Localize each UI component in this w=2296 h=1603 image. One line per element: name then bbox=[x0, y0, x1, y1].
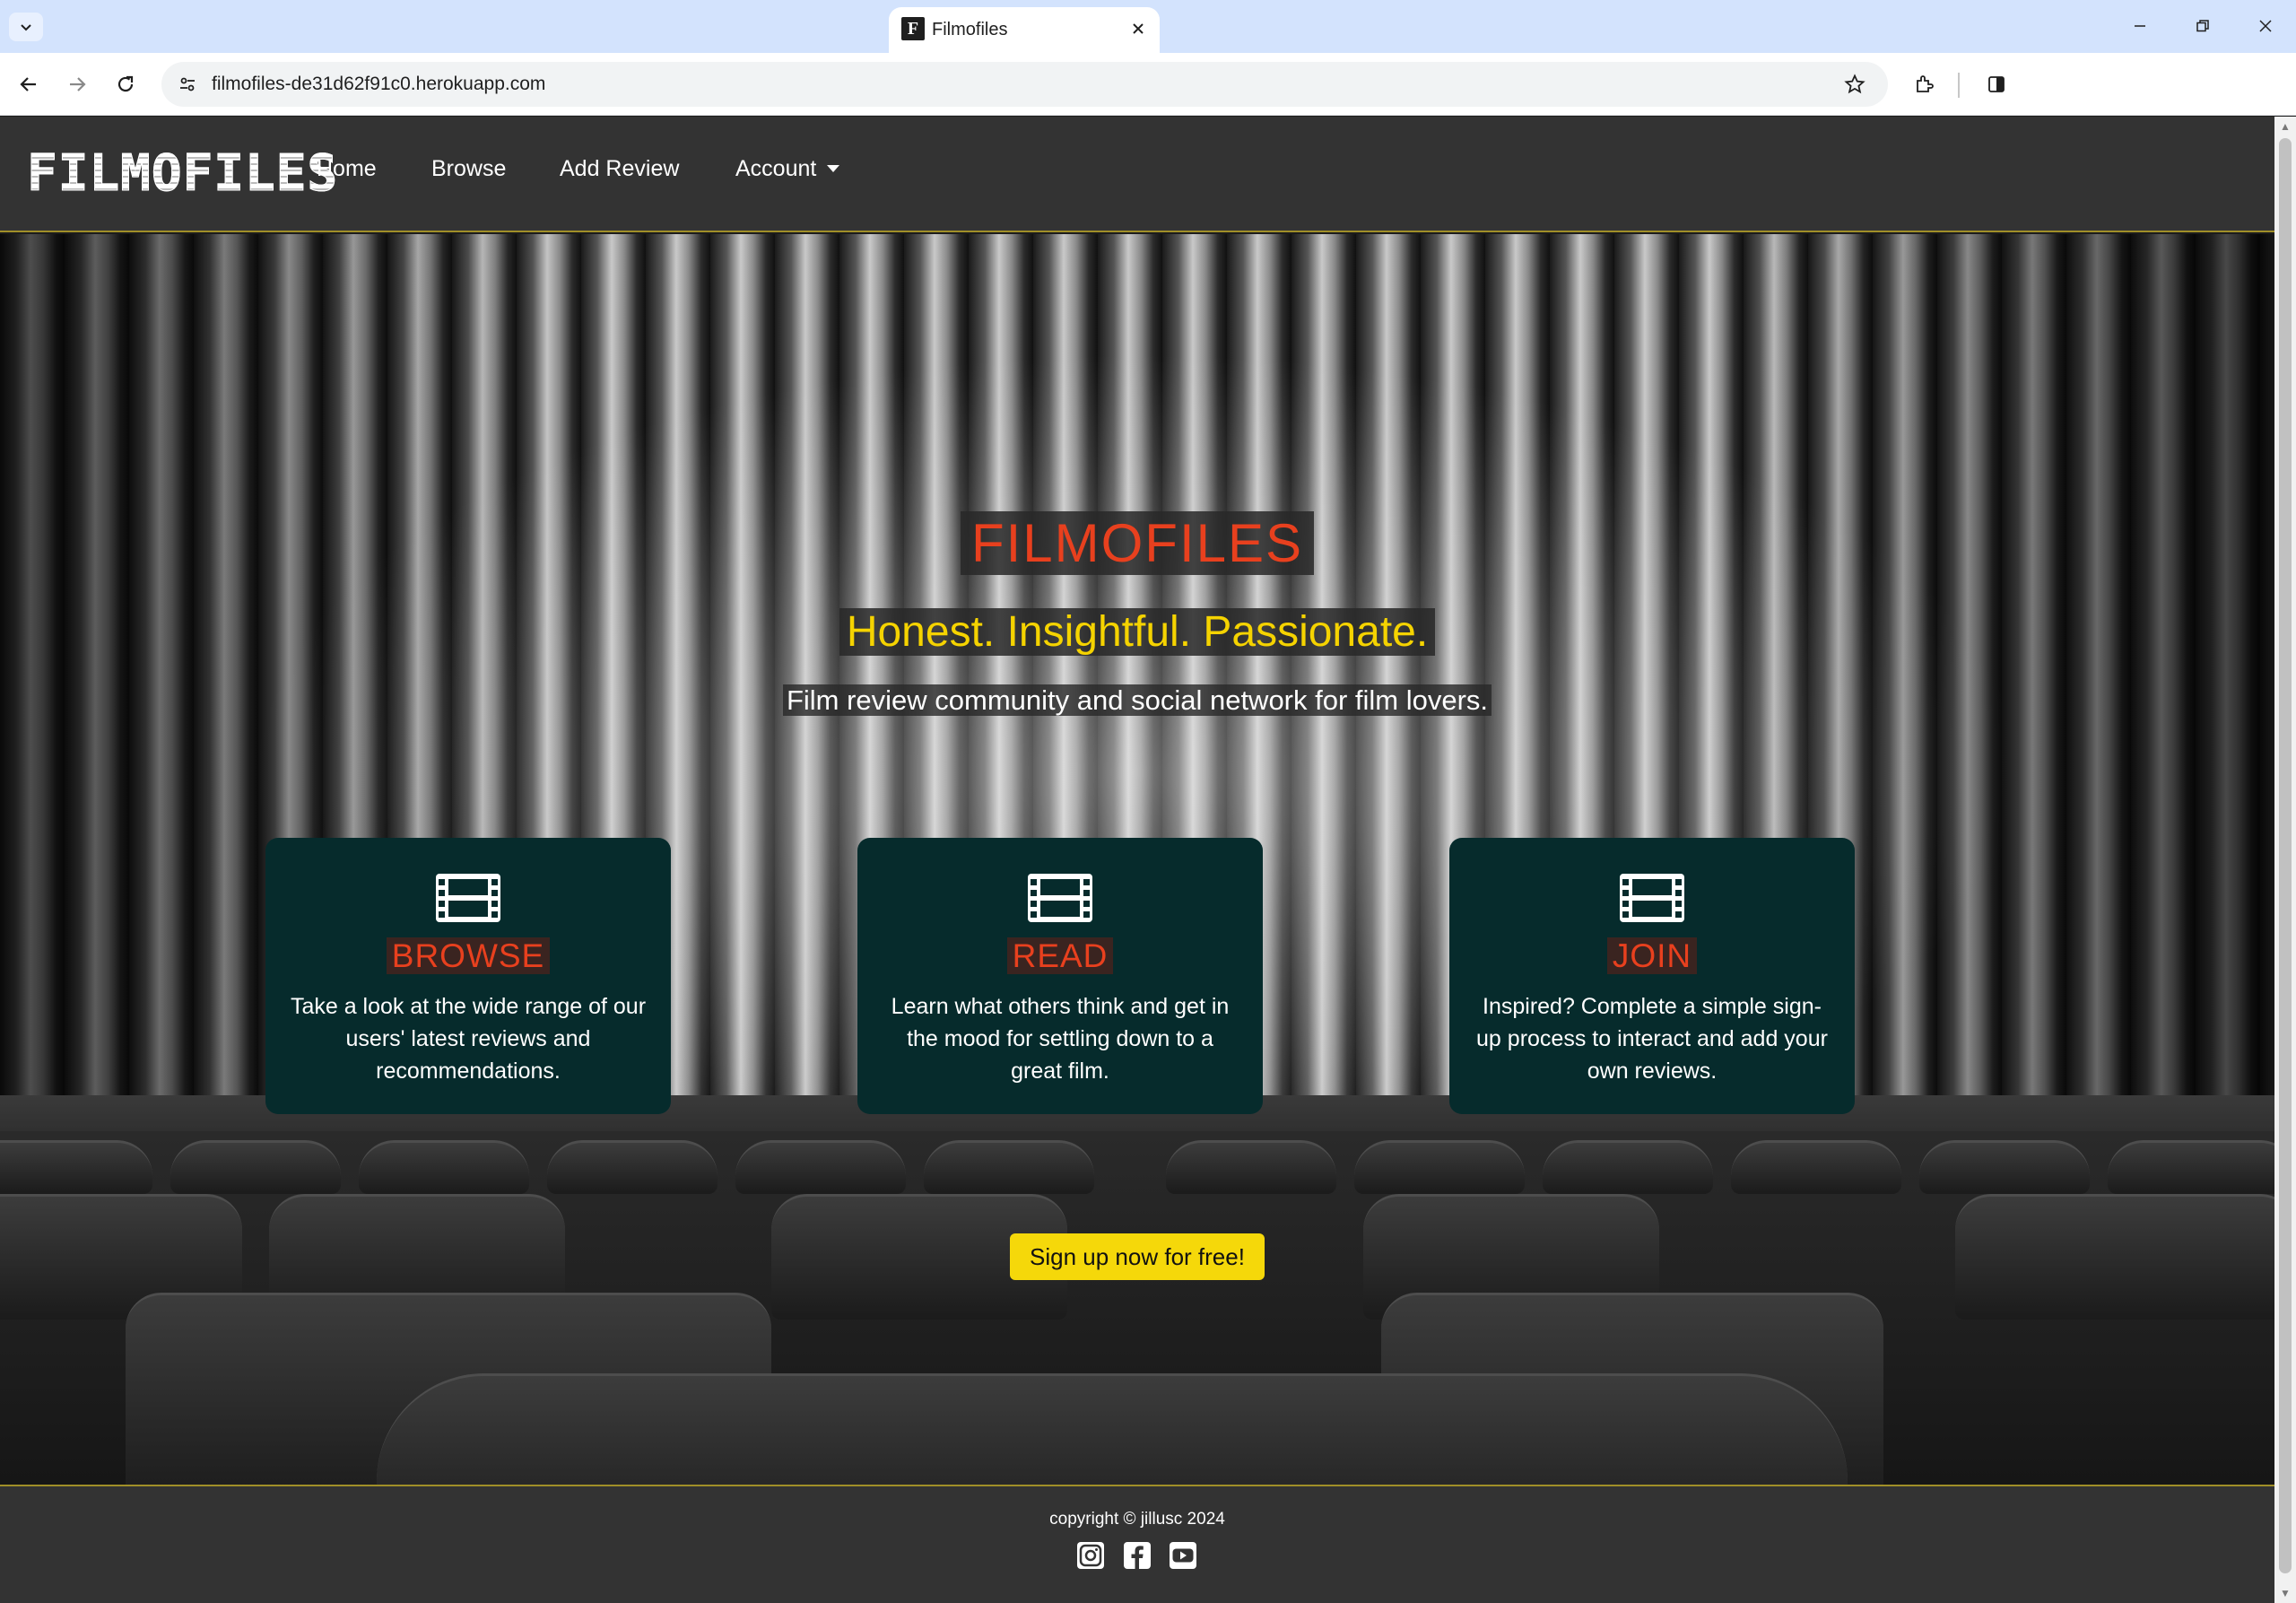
minimize-button[interactable] bbox=[2113, 7, 2167, 45]
restore-icon bbox=[2196, 20, 2209, 32]
back-button[interactable] bbox=[9, 65, 48, 104]
card-title: BROWSE bbox=[265, 937, 671, 975]
card-text: Inspired? Complete a simple sign-up proc… bbox=[1476, 994, 1828, 1084]
minimize-icon bbox=[2135, 25, 2145, 27]
youtube-icon[interactable] bbox=[1168, 1540, 1198, 1571]
address-bar[interactable]: filmofiles-de31d62f91c0.herokuapp.com bbox=[161, 62, 1888, 107]
scroll-up-arrow-icon[interactable]: ▲ bbox=[2280, 120, 2291, 133]
site-navbar: FILMOFILES Home Browse Add Review Accoun… bbox=[0, 117, 2274, 232]
tab-close-button[interactable] bbox=[1126, 16, 1151, 41]
nav-dropdown-account[interactable]: Account bbox=[735, 156, 840, 182]
hero-subtitle: Film review community and social network… bbox=[0, 684, 2274, 717]
tab-list-button[interactable] bbox=[9, 13, 43, 41]
hero-title: FILMOFILES bbox=[0, 511, 2274, 575]
film-icon bbox=[436, 874, 500, 922]
scrollbar-thumb[interactable] bbox=[2279, 138, 2292, 1573]
reload-icon bbox=[117, 75, 134, 92]
puzzle-icon bbox=[1917, 75, 1934, 92]
close-window-button[interactable] bbox=[2239, 7, 2292, 45]
hero-title-text: FILMOFILES bbox=[960, 511, 1315, 575]
nav-link-add-review[interactable]: Add Review bbox=[560, 156, 679, 182]
extensions-button[interactable] bbox=[1905, 65, 1944, 104]
hero-subtitle-text: Film review community and social network… bbox=[782, 684, 1492, 716]
card-title: READ bbox=[857, 937, 1263, 975]
facebook-icon[interactable] bbox=[1122, 1540, 1152, 1571]
url-text[interactable]: filmofiles-de31d62f91c0.herokuapp.com bbox=[212, 74, 545, 95]
hero-tagline-text: Honest. Insightful. Passionate. bbox=[839, 608, 1436, 656]
nav-account-label: Account bbox=[735, 156, 817, 181]
page-viewport: FILMOFILES Home Browse Add Review Accoun… bbox=[0, 117, 2274, 1603]
side-panel-icon bbox=[1988, 76, 2005, 92]
arrow-right-icon bbox=[70, 77, 86, 91]
bookmark-button[interactable] bbox=[1837, 66, 1873, 102]
site-footer: copyright © jillusc 2024 bbox=[0, 1485, 2274, 1603]
card-title-text: BROWSE bbox=[386, 937, 551, 974]
star-icon bbox=[1844, 74, 1866, 94]
browser-tab-bar: F Filmofiles bbox=[0, 0, 2296, 53]
arrow-left-icon bbox=[20, 77, 36, 91]
feature-card-read: READ Learn what others think and get in … bbox=[857, 838, 1263, 1114]
side-panel-button[interactable] bbox=[1977, 65, 2016, 104]
card-title-text: JOIN bbox=[1606, 937, 1698, 974]
nav-link-browse[interactable]: Browse bbox=[431, 156, 506, 182]
restore-button[interactable] bbox=[2176, 7, 2230, 45]
card-text: Take a look at the wide range of our use… bbox=[290, 994, 647, 1084]
card-title: JOIN bbox=[1449, 937, 1855, 975]
close-icon bbox=[1133, 23, 1144, 34]
card-text: Learn what others think and get in the m… bbox=[891, 994, 1230, 1084]
card-title-text: READ bbox=[1006, 937, 1114, 974]
forward-button[interactable] bbox=[57, 65, 97, 104]
caret-down-icon bbox=[827, 165, 840, 172]
site-logo[interactable]: FILMOFILES bbox=[26, 145, 338, 202]
hero-tagline: Honest. Insightful. Passionate. bbox=[0, 607, 2274, 657]
feature-card-browse: BROWSE Take a look at the wide range of … bbox=[265, 838, 671, 1114]
tune-icon bbox=[180, 77, 195, 91]
hero-section: FILMOFILES Honest. Insightful. Passionat… bbox=[0, 234, 2274, 1485]
close-icon bbox=[2259, 20, 2272, 32]
copyright-text: copyright © jillusc 2024 bbox=[1049, 1510, 1225, 1529]
film-icon bbox=[1028, 874, 1092, 922]
nav-link-home[interactable]: Home bbox=[317, 156, 377, 182]
chevron-down-icon bbox=[21, 24, 31, 31]
cinema-seats-background bbox=[0, 1131, 2274, 1485]
reload-button[interactable] bbox=[106, 65, 145, 104]
signup-button[interactable]: Sign up now for free! bbox=[1010, 1233, 1265, 1280]
tab-title: Filmofiles bbox=[932, 20, 1008, 39]
site-info-button[interactable] bbox=[172, 69, 203, 100]
page-scrollbar[interactable]: ▲ ▼ bbox=[2274, 117, 2296, 1603]
scroll-down-arrow-icon[interactable]: ▼ bbox=[2280, 1587, 2291, 1599]
browser-toolbar: filmofiles-de31d62f91c0.herokuapp.com bbox=[0, 53, 2296, 116]
toolbar-separator bbox=[1958, 73, 1960, 98]
favicon-icon: F bbox=[901, 17, 925, 40]
instagram-icon[interactable] bbox=[1075, 1540, 1106, 1571]
browser-tab[interactable]: F Filmofiles bbox=[889, 7, 1160, 53]
film-icon bbox=[1620, 874, 1684, 922]
feature-card-join: JOIN Inspired? Complete a simple sign-up… bbox=[1449, 838, 1855, 1114]
